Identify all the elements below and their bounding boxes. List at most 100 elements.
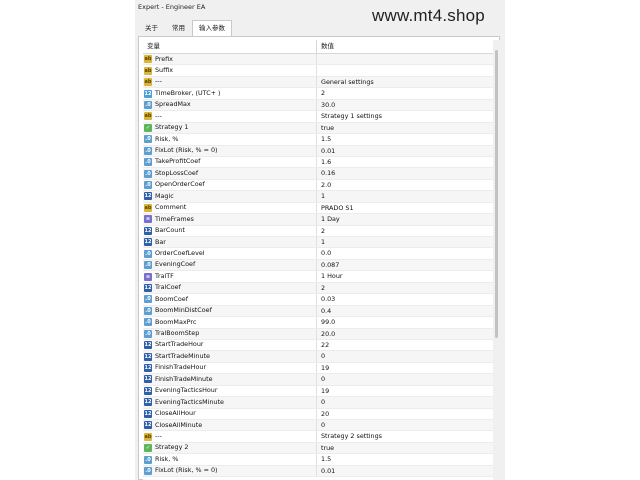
value-cell[interactable]: 19: [317, 363, 493, 373]
double-param-icon: .0: [144, 295, 152, 304]
value-cell[interactable]: 0.087: [317, 260, 493, 270]
value-cell[interactable]: 0.01: [317, 466, 493, 476]
table-row[interactable]: 12 Magic 1: [143, 191, 493, 203]
table-row[interactable]: .0 OpenOrderCoef 2.0: [143, 179, 493, 192]
table-row[interactable]: ab --- General settings: [143, 76, 493, 89]
value-cell[interactable]: 19: [317, 386, 493, 396]
variable-cell: 12 Magic: [143, 191, 317, 202]
table-row[interactable]: 12 FinishTradeHour 19: [143, 362, 493, 375]
variable-cell: 12 CloseAllMinute: [143, 420, 317, 431]
table-row[interactable]: .0 TralBoomStep 20.0: [143, 328, 493, 340]
variable-cell: .0 StopLossCoef: [143, 168, 317, 179]
table-row[interactable]: 12 EveningTacticsMinute 0: [143, 397, 493, 409]
table-row[interactable]: .0 TakeProfitCoef 1.6: [143, 156, 493, 169]
value-cell[interactable]: 30.0: [317, 100, 493, 110]
value-cell[interactable]: 2: [317, 88, 493, 98]
tab-inputs[interactable]: 输入参数: [192, 20, 232, 37]
table-row[interactable]: ✓ Strategy 2 true: [143, 442, 493, 455]
column-header-variable[interactable]: 变量: [143, 40, 317, 53]
table-row[interactable]: 12 TralCoef 2: [143, 282, 493, 295]
variable-name: OrderCoefLevel: [155, 248, 205, 257]
value-cell[interactable]: 1 Day: [317, 214, 493, 224]
value-cell[interactable]: 0.4: [317, 306, 493, 316]
value-cell[interactable]: 20: [317, 409, 493, 419]
value-cell[interactable]: 0: [317, 420, 493, 430]
value-cell[interactable]: 1.5: [317, 134, 493, 144]
value-cell[interactable]: 2: [317, 226, 493, 236]
value-cell[interactable]: true: [317, 443, 493, 453]
tab-bar: 关于 常用 输入参数: [138, 20, 232, 37]
value-cell[interactable]: 0.0: [317, 248, 493, 258]
value-cell[interactable]: Strategy 1 settings: [317, 111, 493, 121]
table-row[interactable]: ✓ Strategy 1 true: [143, 122, 493, 135]
value-cell[interactable]: [317, 54, 493, 64]
value-cell[interactable]: 2: [317, 283, 493, 293]
table-row[interactable]: .0 Risk, % 1.5: [143, 454, 493, 466]
table-row[interactable]: ≡ TralTF 1 Hour: [143, 271, 493, 283]
table-row[interactable]: .0 StopLossCoef 0.16: [143, 168, 493, 180]
value-cell[interactable]: 99.0: [317, 317, 493, 327]
string-param-icon: ab: [144, 55, 152, 64]
value-cell[interactable]: true: [317, 123, 493, 133]
value-cell[interactable]: 2.0: [317, 180, 493, 190]
table-row[interactable]: ab Suffix: [143, 65, 493, 77]
value-cell[interactable]: Strategy 2 settings: [317, 431, 493, 441]
table-row[interactable]: 12 CloseAllHour 20: [143, 408, 493, 420]
scrollbar-thumb[interactable]: [495, 50, 498, 338]
table-row[interactable]: ab --- Strategy 2 settings: [143, 431, 493, 443]
table-row[interactable]: 12 CloseAllMinute 0: [143, 420, 493, 432]
tab-about[interactable]: 关于: [138, 20, 165, 37]
table-row[interactable]: 12 StartTradeHour 22: [143, 339, 493, 352]
table-row[interactable]: ab Comment PRADO S1: [143, 202, 493, 215]
value-cell[interactable]: 1: [317, 237, 493, 247]
tab-common[interactable]: 常用: [165, 20, 192, 37]
value-cell[interactable]: 1 Hour: [317, 271, 493, 281]
table-row[interactable]: ≡ TimeFrames 1 Day: [143, 214, 493, 226]
value-cell[interactable]: 0: [317, 351, 493, 361]
value-cell[interactable]: 1.6: [317, 157, 493, 167]
variable-name: ---: [155, 111, 162, 120]
value-cell[interactable]: [317, 65, 493, 75]
table-row[interactable]: .0 FixLot (Risk, % = 0) 0.01: [143, 465, 493, 478]
string-param-icon: ab: [144, 203, 152, 212]
table-row[interactable]: .0 OrderCoefLevel 0.0: [143, 248, 493, 260]
double-param-icon: .0: [144, 306, 152, 315]
column-header-value[interactable]: 数值: [317, 40, 493, 53]
table-row[interactable]: .0 BoomMaxPrc 99.0: [143, 317, 493, 329]
variable-name: Strategy 1: [155, 123, 189, 132]
value-cell[interactable]: 20.0: [317, 329, 493, 339]
value-cell[interactable]: 1.5: [317, 454, 493, 464]
value-cell[interactable]: 22: [317, 340, 493, 350]
table-row[interactable]: ab --- Strategy 1 settings: [143, 111, 493, 123]
table-row[interactable]: 12 BarCount 2: [143, 225, 493, 237]
table-row[interactable]: .0 BoomMinDistCoef 0.4: [143, 305, 493, 318]
table-row[interactable]: .0 Risk, % 1.5: [143, 134, 493, 146]
value-cell[interactable]: 0: [317, 374, 493, 384]
table-row[interactable]: 12 EveningTacticsHour 19: [143, 385, 493, 398]
variable-name: EveningCoef: [155, 260, 196, 269]
value-cell[interactable]: PRADO S1: [317, 203, 493, 213]
table-row[interactable]: .0 FixLot (Risk, % = 0) 0.01: [143, 145, 493, 157]
vertical-scrollbar[interactable]: [493, 40, 500, 480]
variable-name: FinishTradeMinute: [155, 374, 213, 383]
table-row[interactable]: .0 EveningCoef 0.087: [143, 259, 493, 272]
value-cell[interactable]: General settings: [317, 77, 493, 87]
value-cell[interactable]: 0.03: [317, 294, 493, 304]
double-param-icon: .0: [144, 455, 152, 464]
table-row[interactable]: ab Prefix: [143, 54, 493, 66]
double-param-icon: .0: [144, 329, 152, 338]
table-row[interactable]: .0 BoomCoef 0.03: [143, 294, 493, 306]
table-row[interactable]: 12 StartTradeMinute 0: [143, 351, 493, 363]
variable-name: BoomMaxPrc: [155, 317, 197, 326]
value-cell[interactable]: 0: [317, 397, 493, 407]
value-cell[interactable]: 0.01: [317, 146, 493, 156]
table-row[interactable]: 12 Bar 1: [143, 237, 493, 249]
table-row[interactable]: 12 FinishTradeMinute 0: [143, 374, 493, 386]
table-row[interactable]: .0 SpreadMax 30.0: [143, 99, 493, 112]
value-cell[interactable]: 0.16: [317, 168, 493, 178]
variable-cell: 12 EveningTacticsHour: [143, 385, 317, 397]
value-cell[interactable]: 1: [317, 191, 493, 201]
table-row[interactable]: 12 TimeBroker, (UTC+ ) 2: [143, 88, 493, 100]
integer-param-icon: 12: [144, 421, 152, 430]
variable-cell: .0 TakeProfitCoef: [143, 156, 317, 168]
